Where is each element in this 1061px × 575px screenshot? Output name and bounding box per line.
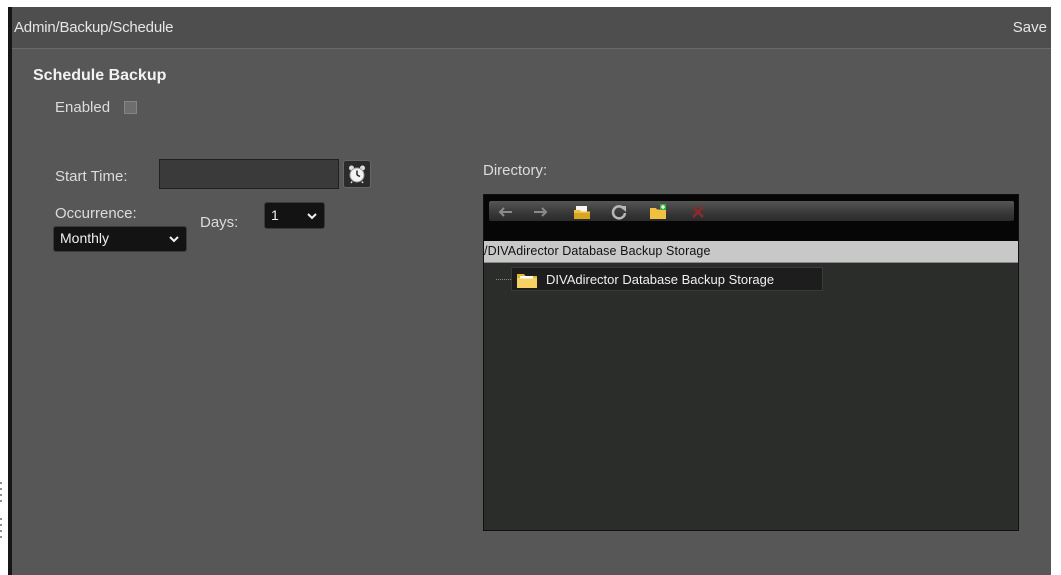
save-button[interactable]: Save <box>1013 19 1047 36</box>
page-title: Schedule Backup <box>33 67 167 84</box>
resize-grip <box>0 518 2 520</box>
chevron-down-icon <box>169 236 179 243</box>
resize-grip <box>0 536 2 538</box>
start-time-label: Start Time: <box>55 168 128 185</box>
occurrence-label: Occurrence: <box>55 205 137 222</box>
header-bar: Admin/Backup/Schedule Save <box>12 7 1051 49</box>
directory-toolbar <box>484 195 1018 241</box>
breadcrumb: Admin/Backup/Schedule <box>14 19 174 36</box>
enabled-label: Enabled <box>55 99 111 116</box>
toolbar-strip <box>489 201 1014 221</box>
delete-icon[interactable] <box>689 203 707 221</box>
tree-item[interactable]: DIVAdirector Database Backup Storage <box>511 267 823 291</box>
tree-connector <box>496 279 511 280</box>
folder-icon <box>517 274 537 288</box>
resize-grip <box>0 488 2 490</box>
enabled-checkbox[interactable] <box>124 101 137 114</box>
open-folder-icon[interactable] <box>573 203 591 221</box>
days-label: Days: <box>200 214 239 231</box>
directory-label: Directory: <box>483 162 548 179</box>
refresh-icon[interactable] <box>610 203 628 221</box>
days-select[interactable]: 1 <box>264 202 325 229</box>
days-value: 1 <box>271 207 279 223</box>
resize-grip <box>0 494 2 496</box>
current-path: /DIVAdirector Database Backup Storage <box>484 244 711 258</box>
occurrence-select[interactable]: Monthly <box>53 226 187 252</box>
occurrence-value: Monthly <box>60 230 110 246</box>
start-time-input[interactable] <box>159 159 339 189</box>
alarm-clock-icon <box>349 165 365 184</box>
chevron-down-icon <box>307 213 317 220</box>
directory-browser: /DIVAdirector Database Backup Storage DI… <box>483 194 1019 531</box>
schedule-backup-window: Admin/Backup/Schedule Save Schedule Back… <box>8 7 1051 575</box>
resize-grip <box>0 524 2 526</box>
resize-grip <box>0 530 2 532</box>
tree-item-label: DIVAdirector Database Backup Storage <box>546 272 775 287</box>
forward-arrow-icon[interactable] <box>531 203 549 221</box>
current-path-bar: /DIVAdirector Database Backup Storage <box>484 241 1018 263</box>
resize-grip <box>0 500 2 502</box>
start-time-picker-button[interactable] <box>343 160 371 188</box>
new-folder-icon[interactable] <box>649 203 667 221</box>
back-arrow-icon[interactable] <box>497 203 515 221</box>
resize-grip <box>0 482 2 484</box>
